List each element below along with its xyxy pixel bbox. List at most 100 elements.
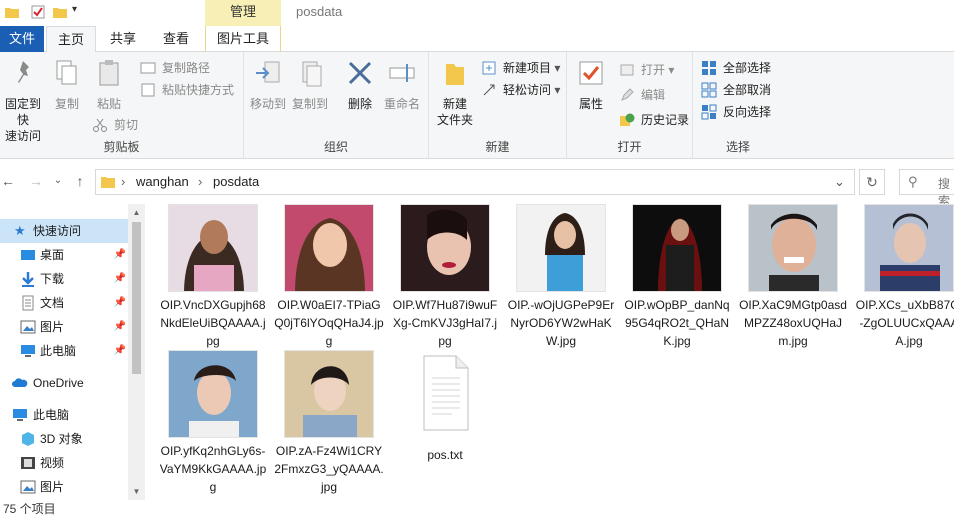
nav-label: 图片 [40, 320, 65, 334]
pin-icon [18, 61, 29, 83]
new-item-icon [482, 61, 496, 75]
select-none-label: 全部取消 [723, 83, 772, 97]
new-folder-icon [446, 64, 464, 85]
nav-pictures[interactable]: 图片 📌 [0, 315, 128, 339]
title-bar: ▾ 管理 posdata [0, 0, 954, 26]
nav-label: 视频 [40, 456, 65, 470]
invert-selection-button[interactable]: 反向选择 [701, 102, 771, 122]
delete-button[interactable]: 删除 [342, 58, 378, 112]
select-none-icon [701, 82, 717, 98]
nav-label: 此电脑 [40, 344, 77, 358]
nav-label: 此电脑 [33, 408, 70, 422]
ribbon-tabs: 文件 主页 共享 查看 图片工具 [0, 26, 954, 53]
image-thumbnail [748, 204, 838, 292]
paste-shortcut-icon [141, 83, 155, 97]
breadcrumb-separator-icon[interactable]: › [198, 174, 202, 189]
cloud-icon [12, 378, 28, 387]
move-to-label: 移动到 [249, 97, 286, 111]
recent-locations-chevron-icon[interactable]: ⌄ [50, 173, 66, 189]
nav-videos[interactable]: 视频 [0, 451, 128, 475]
select-all-button[interactable]: 全部选择 [701, 58, 771, 78]
pin-icon[interactable]: 📌 [114, 243, 126, 267]
address-row: ← → ⌄ ↑ › wanghan › posdata ⌄ ↻ ⚲ 搜索 [0, 166, 954, 208]
address-dropdown-chevron-icon[interactable]: ⌄ [834, 174, 845, 190]
nav-label: 下载 [40, 272, 65, 286]
paste-button[interactable]: 粘贴 [92, 58, 126, 112]
back-arrow-icon[interactable]: ← [0, 173, 16, 189]
new-folder-quick-icon[interactable] [52, 4, 68, 20]
folder-icon[interactable] [4, 4, 20, 20]
computer-icon [13, 409, 27, 421]
properties-button[interactable]: 属性 [573, 58, 609, 112]
pin-icon[interactable]: 📌 [114, 339, 126, 363]
scroll-up-icon[interactable]: ▲ [128, 204, 145, 221]
pin-icon[interactable]: 📌 [114, 315, 126, 339]
history-button[interactable]: 历史记录 [619, 110, 689, 130]
pictures-icon [20, 480, 36, 494]
tab-file[interactable]: 文件 [0, 26, 44, 52]
nav-this-pc[interactable]: 此电脑 [0, 403, 128, 427]
tab-home[interactable]: 主页 [46, 26, 96, 53]
download-arrow-icon [22, 272, 34, 287]
up-arrow-icon[interactable]: ↑ [72, 173, 88, 189]
file-name: OIP.Wf7Hu87i9wuFXg-CmKVJ3gHaI7.jpg [392, 298, 498, 348]
tab-picture-tools[interactable]: 图片工具 [205, 26, 281, 52]
file-name: OIP.XCs_uXbB87Ct-ZgOLUUCxQAAAA.jpg [855, 298, 954, 348]
copy-to-button[interactable]: 复制到 [290, 58, 330, 112]
nav-documents[interactable]: 文档 📌 [0, 291, 128, 315]
refresh-icon[interactable]: ↻ [859, 169, 885, 195]
pin-icon[interactable]: 📌 [114, 291, 126, 315]
open-button[interactable]: 打开 ▾ [619, 60, 674, 80]
address-bar[interactable]: › wanghan › posdata ⌄ [95, 169, 855, 195]
new-item-button[interactable]: 新建项目 ▾ [481, 58, 560, 78]
nav-this-pc-pinned[interactable]: 此电脑 📌 [0, 339, 128, 363]
image-thumbnail [864, 204, 954, 292]
properties-check-icon[interactable] [30, 4, 46, 20]
scrollbar-thumb[interactable] [132, 222, 141, 374]
star-icon: ★ [14, 223, 26, 238]
nav-3d-objects[interactable]: 3D 对象 [0, 427, 128, 451]
move-to-button[interactable]: 移动到 [248, 58, 288, 112]
video-icon [21, 457, 35, 469]
tab-view[interactable]: 查看 [152, 26, 200, 52]
nav-downloads[interactable]: 下载 📌 [0, 267, 128, 291]
invert-selection-icon [701, 104, 717, 120]
rename-button[interactable]: 重命名 [382, 58, 422, 112]
paste-shortcut-button[interactable]: 粘贴快捷方式 [140, 80, 234, 100]
copy-path-button[interactable]: 复制路径 [140, 58, 210, 78]
nav-onedrive[interactable]: OneDrive [0, 371, 128, 395]
nav-pictures-pc[interactable]: 图片 [0, 475, 128, 499]
breadcrumb-separator-icon[interactable]: › [121, 174, 125, 189]
breadcrumb-posdata[interactable]: posdata [213, 174, 259, 189]
select-none-button[interactable]: 全部取消 [701, 80, 771, 100]
pin-icon[interactable]: 📌 [114, 267, 126, 291]
paste-icon [99, 60, 119, 86]
cut-button[interactable]: 剪切 [92, 115, 138, 135]
nav-quick-access[interactable]: ★ 快速访问 [0, 219, 128, 243]
edit-button[interactable]: 编辑 [619, 85, 665, 105]
delete-x-icon [348, 61, 372, 85]
copy-button[interactable]: 复制 [50, 58, 84, 112]
search-box[interactable]: ⚲ 搜索 [899, 169, 954, 208]
breadcrumb-wanghan[interactable]: wanghan [136, 174, 189, 189]
new-folder-button[interactable]: 新建 文件夹 [433, 58, 477, 128]
quick-access-dropdown[interactable]: ▾ [72, 4, 77, 15]
file-name: pos.txt [427, 448, 463, 462]
tab-share[interactable]: 共享 [100, 26, 146, 52]
file-name: OIP.XaC9MGtp0asdMPZZ48oxUQHaJm.jpg [739, 298, 847, 348]
clipboard-group-label: 剪贴板 [103, 140, 140, 154]
nav-label: 3D 对象 [40, 432, 83, 446]
clipboard-group: 固定到快 速访问 复制 粘贴 复制路径 粘贴快捷方式 剪切 剪贴板 [0, 52, 244, 159]
scroll-down-icon[interactable]: ▼ [128, 483, 145, 500]
nav-label: 快速访问 [33, 224, 82, 238]
nav-scrollbar[interactable]: ▲ ▼ [128, 204, 145, 500]
easy-access-button[interactable]: 轻松访问 ▾ [481, 80, 560, 100]
manage-context-tab[interactable]: 管理 [205, 0, 281, 26]
select-all-icon [702, 61, 716, 75]
forward-arrow-icon[interactable]: → [28, 173, 44, 189]
nav-desktop[interactable]: 桌面 📌 [0, 243, 128, 267]
desktop-icon [21, 250, 35, 260]
image-thumbnail [168, 350, 258, 438]
copy-to-label: 复制到 [291, 97, 328, 111]
pin-quick-access-button[interactable]: 固定到快 速访问 [0, 58, 46, 144]
